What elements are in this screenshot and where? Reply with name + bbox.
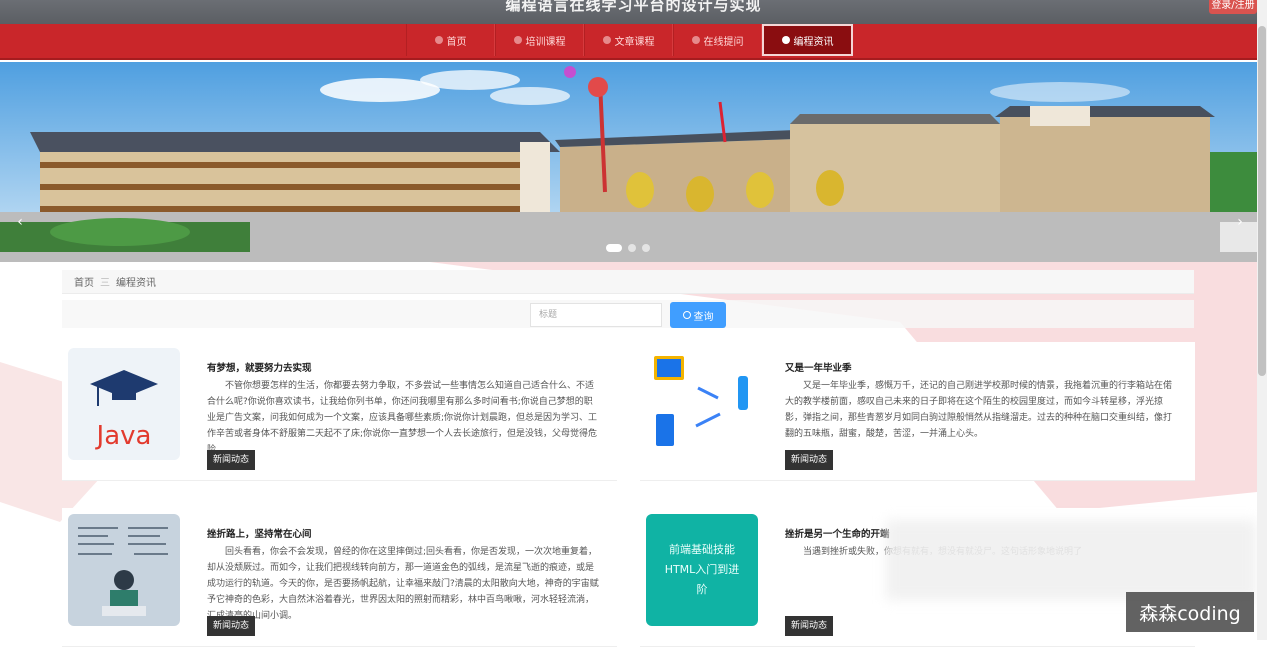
- nav-item-home[interactable]: 首页: [406, 24, 495, 56]
- info-icon: [691, 36, 700, 44]
- article-tag[interactable]: 新闻动态: [785, 450, 834, 470]
- info-icon: [781, 36, 790, 44]
- course-icon: [513, 36, 522, 44]
- breadcrumb-home[interactable]: 首页: [74, 274, 94, 289]
- carousel-indicators: [606, 244, 650, 252]
- carousel-prev-icon[interactable]: ‹: [10, 212, 30, 232]
- thumbnail-caption: 前端基础技能HTML入门到进阶: [664, 543, 740, 596]
- breadcrumb-current: 编程资讯: [116, 278, 156, 289]
- coder-illustration-icon: [78, 527, 168, 616]
- nav-item-label: 在线提问: [703, 36, 744, 48]
- nav-item-label: 文章课程: [614, 36, 655, 48]
- carousel-next-icon[interactable]: ›: [1230, 212, 1250, 232]
- carousel-dot[interactable]: [606, 244, 622, 252]
- java-logo-thumbnail[interactable]: Java: [68, 348, 180, 460]
- breadcrumb-separator: 三: [100, 278, 110, 289]
- article-title[interactable]: 有梦想，就要努力去实现: [207, 360, 312, 374]
- page-scrollbar[interactable]: [1257, 0, 1267, 640]
- nav-item-label: 培训课程: [525, 36, 566, 48]
- coder-thumbnail[interactable]: [68, 514, 180, 626]
- login-button[interactable]: 登录/注册: [1209, 0, 1257, 14]
- info-icon: [602, 36, 611, 44]
- svg-text:Java: Java: [95, 421, 152, 451]
- nav-item-online-questions[interactable]: 在线提问: [673, 24, 762, 56]
- nav-item-label: 编程资讯: [793, 36, 834, 48]
- school-banner-image: [0, 62, 1257, 262]
- article-card[interactable]: 挫折路上，坚持常在心间 回头看看，你会不会发现，曾经的你在这里摔倒过;回头看看，…: [62, 508, 617, 647]
- search-button[interactable]: 查询: [670, 302, 726, 328]
- nav-item-programming-news[interactable]: 编程资讯: [762, 24, 853, 56]
- article-summary: 回头看看，你会不会发现，曾经的你在这里摔倒过;回头看看，你是否发现，一次次地重复…: [207, 547, 599, 621]
- breadcrumb: 首页 三 编程资讯: [62, 270, 1194, 294]
- nav-item-article-courses[interactable]: 文章课程: [584, 24, 673, 56]
- nav-item-training-courses[interactable]: 培训课程: [495, 24, 584, 56]
- top-bar: 编程语言在线学习平台的设计与实现 登录/注册: [0, 0, 1267, 24]
- article-tag[interactable]: 新闻动态: [207, 616, 256, 636]
- blurred-region: [886, 520, 1256, 600]
- article-title[interactable]: 又是一年毕业季: [785, 360, 852, 374]
- home-icon: [434, 36, 443, 44]
- article-title[interactable]: 挫折是另一个生命的开端: [785, 526, 890, 540]
- nav-item-label: 首页: [446, 36, 467, 48]
- carousel-dot[interactable]: [642, 244, 650, 252]
- article-card[interactable]: Java 有梦想，就要努力去实现 不管你想要怎样的生活，你都要去努力争取，不多尝…: [62, 342, 617, 481]
- article-tag[interactable]: 新闻动态: [207, 450, 256, 470]
- article-tag[interactable]: 新闻动态: [785, 616, 834, 636]
- site-title: 编程语言在线学习平台的设计与实现: [505, 0, 762, 14]
- article-summary: 又是一年毕业季，感慨万千，还记的自己刚进学校那时候的情景，我拖着沉重的行李箱站在…: [785, 381, 1173, 439]
- java-logo-icon: Java: [90, 370, 158, 451]
- html-course-thumbnail[interactable]: 前端基础技能HTML入门到进阶: [646, 514, 758, 626]
- banner-carousel[interactable]: ‹ ›: [0, 62, 1257, 262]
- search-icon: [682, 311, 691, 319]
- devices-thumbnail[interactable]: [646, 348, 758, 460]
- carousel-dot[interactable]: [628, 244, 636, 252]
- watermark: 森森coding: [1126, 592, 1254, 632]
- article-card[interactable]: 又是一年毕业季 又是一年毕业季，感慨万千，还记的自己刚进学校那时候的情景，我拖着…: [640, 342, 1195, 481]
- search-button-label: 查询: [693, 311, 714, 323]
- article-title[interactable]: 挫折路上，坚持常在心间: [207, 526, 312, 540]
- title-search-input[interactable]: 标题: [530, 303, 662, 327]
- scrollbar-thumb[interactable]: [1258, 26, 1266, 376]
- devices-illustration-icon: [654, 356, 748, 446]
- main-nav: 首页 培训课程 文章课程 在线提问 编程资讯: [0, 24, 1257, 60]
- article-summary: 不管你想要怎样的生活，你都要去努力争取，不多尝试一些事情怎么知道自己适合什么、不…: [207, 381, 598, 455]
- nav-group: 首页 培训课程 文章课程 在线提问 编程资讯: [406, 24, 853, 58]
